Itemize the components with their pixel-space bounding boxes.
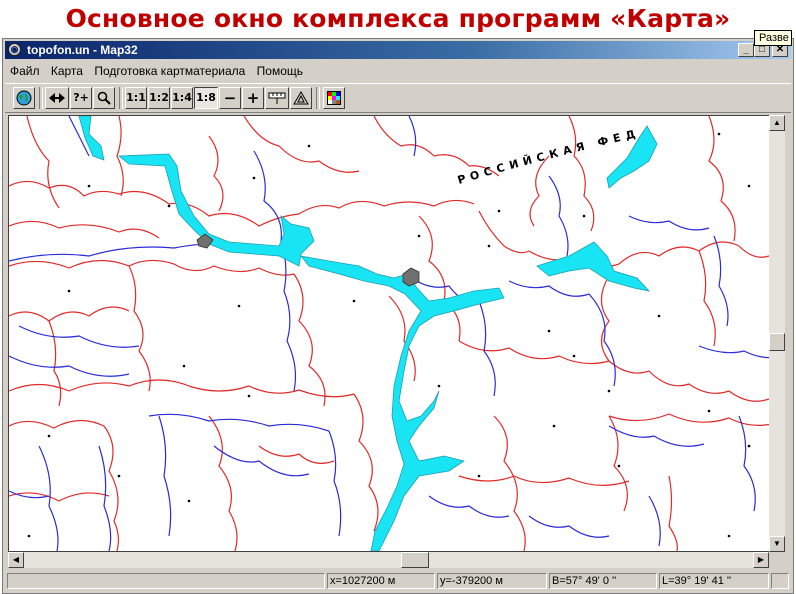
slide-title: Основное окно комплекса программ «Карта» — [65, 4, 731, 33]
ruler-icon — [268, 92, 286, 104]
settlement-dots — [27, 132, 751, 538]
map-canvas[interactable]: РОССИЙСКАЯ ФЕД — [9, 116, 784, 551]
reservoirs — [78, 116, 658, 551]
status-bar: x=1027200 м y=-379200 м B=57° 49' 0 '' L… — [5, 572, 791, 590]
status-y-coordinate: y=-379200 м — [437, 573, 547, 589]
scroll-left-button[interactable]: ◀ — [8, 552, 24, 568]
toolbar-separator — [316, 87, 320, 109]
scale-1-1-button[interactable]: 1:1 — [125, 87, 147, 109]
palette-button[interactable] — [323, 87, 345, 109]
title-bar[interactable]: ◉ topofon.un - Map32 _ □ ✕ — [5, 41, 791, 59]
magnifier-button[interactable] — [93, 87, 115, 109]
status-cell-empty — [7, 573, 325, 589]
admin-borders — [9, 116, 784, 551]
globe-icon — [16, 90, 32, 106]
fit-map-button[interactable] — [45, 87, 69, 109]
scroll-down-button[interactable]: ▼ — [769, 536, 785, 552]
triangle-tool-button[interactable] — [290, 87, 312, 109]
fit-arrows-icon — [49, 93, 65, 103]
query-button[interactable]: ?+ — [70, 87, 92, 109]
app-globe-icon[interactable]: ◉ — [8, 43, 21, 56]
globe-button[interactable] — [13, 87, 35, 109]
ruler-button[interactable] — [265, 87, 289, 109]
zoom-out-button[interactable]: − — [219, 87, 241, 109]
palette-icon — [327, 91, 341, 105]
map-view[interactable]: РОССИЙСКАЯ ФЕД — [8, 115, 785, 552]
menu-help[interactable]: Помощь — [254, 62, 306, 80]
horizontal-scrollbar[interactable]: ◀ ▶ — [8, 552, 769, 568]
tooltip: Разве — [754, 30, 792, 46]
status-latitude: B=57° 49' 0 '' — [549, 573, 657, 589]
menu-bar: Файл Карта Подготовка картматериала Помо… — [7, 62, 308, 80]
vertical-scrollbar[interactable]: ▲ ▼ — [769, 115, 785, 552]
vertical-scroll-thumb[interactable] — [769, 333, 785, 351]
scale-1-2-button[interactable]: 1:2 — [148, 87, 170, 109]
toolbar-separator — [39, 87, 43, 109]
zoom-in-button[interactable]: + — [242, 87, 264, 109]
menu-file[interactable]: Файл — [7, 62, 43, 80]
menu-map[interactable]: Карта — [48, 62, 86, 80]
triangle-icon — [293, 91, 309, 105]
status-x-coordinate: x=1027200 м — [327, 573, 435, 589]
rivers — [9, 116, 784, 551]
toolbar-separator — [119, 87, 123, 109]
horizontal-scroll-thumb[interactable] — [401, 552, 429, 568]
toolbar: ?+ 1:1 1:2 1:4 1:8 − + — [5, 83, 791, 113]
app-window: ◉ topofon.un - Map32 _ □ ✕ Файл Карта По… — [2, 38, 794, 594]
scroll-up-button[interactable]: ▲ — [769, 115, 785, 131]
magnifier-icon — [97, 91, 111, 105]
window-title: topofon.un - Map32 — [27, 43, 138, 57]
scale-1-4-button[interactable]: 1:4 — [171, 87, 193, 109]
scale-1-8-button[interactable]: 1:8 — [194, 87, 218, 109]
status-longitude: L=39° 19' 41 '' — [659, 573, 769, 589]
resize-grip[interactable] — [771, 573, 789, 589]
scroll-right-button[interactable]: ▶ — [753, 552, 769, 568]
minimize-button[interactable]: _ — [738, 43, 754, 57]
menu-prepare[interactable]: Подготовка картматериала — [91, 62, 248, 80]
